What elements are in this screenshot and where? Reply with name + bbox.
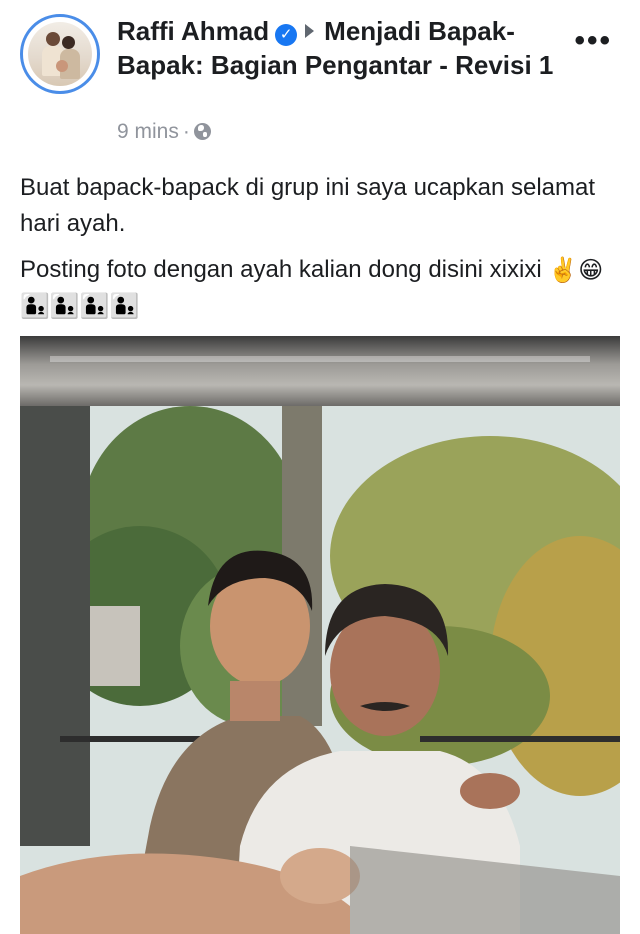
photo-scene (20, 406, 620, 934)
verified-badge-icon: ✓ (275, 24, 298, 46)
photo-illustration (20, 406, 620, 934)
arrow-right-icon (305, 24, 315, 38)
meta-separator: · (182, 120, 190, 143)
post-title: Raffi Ahmad ✓ Menjadi Bapak-Bapak: Bagian … (117, 14, 567, 82)
post-body: Buat bapack-bapack di grup ini saya ucap… (20, 170, 620, 335)
avatar-image (28, 22, 92, 86)
photo-frame-edge (20, 336, 620, 406)
father-son-emoji: 👨‍👦 (79, 293, 110, 321)
globe-icon[interactable] (193, 123, 211, 140)
author-name[interactable]: Raffi Ahmad (117, 16, 269, 46)
father-son-emoji: 👨‍👦 (20, 293, 50, 321)
post-paragraph-1: Buat bapack-bapack di grup ini saya ucap… (20, 174, 596, 237)
more-options-icon[interactable]: ••• (574, 26, 612, 56)
post-header: Raffi Ahmad ✓ Menjadi Bapak-Bapak: Bagian … (0, 0, 640, 160)
father-son-emoji: 👨‍👦 (109, 293, 140, 321)
post-photo[interactable] (20, 336, 620, 934)
post-paragraph-2: Posting foto dengan ayah kalian dong dis… (20, 252, 620, 325)
post-timestamp[interactable]: 9 mins (117, 120, 179, 143)
post-meta: 9 mins · (117, 119, 211, 145)
author-avatar[interactable] (20, 14, 100, 94)
grin-emoji: 😁 (578, 256, 604, 284)
father-son-emoji: 👨‍👦 (49, 293, 80, 321)
post-paragraph-2-text: Posting foto dengan ayah kalian dong dis… (20, 256, 542, 283)
victory-hand-emoji: ✌️ (548, 256, 579, 284)
